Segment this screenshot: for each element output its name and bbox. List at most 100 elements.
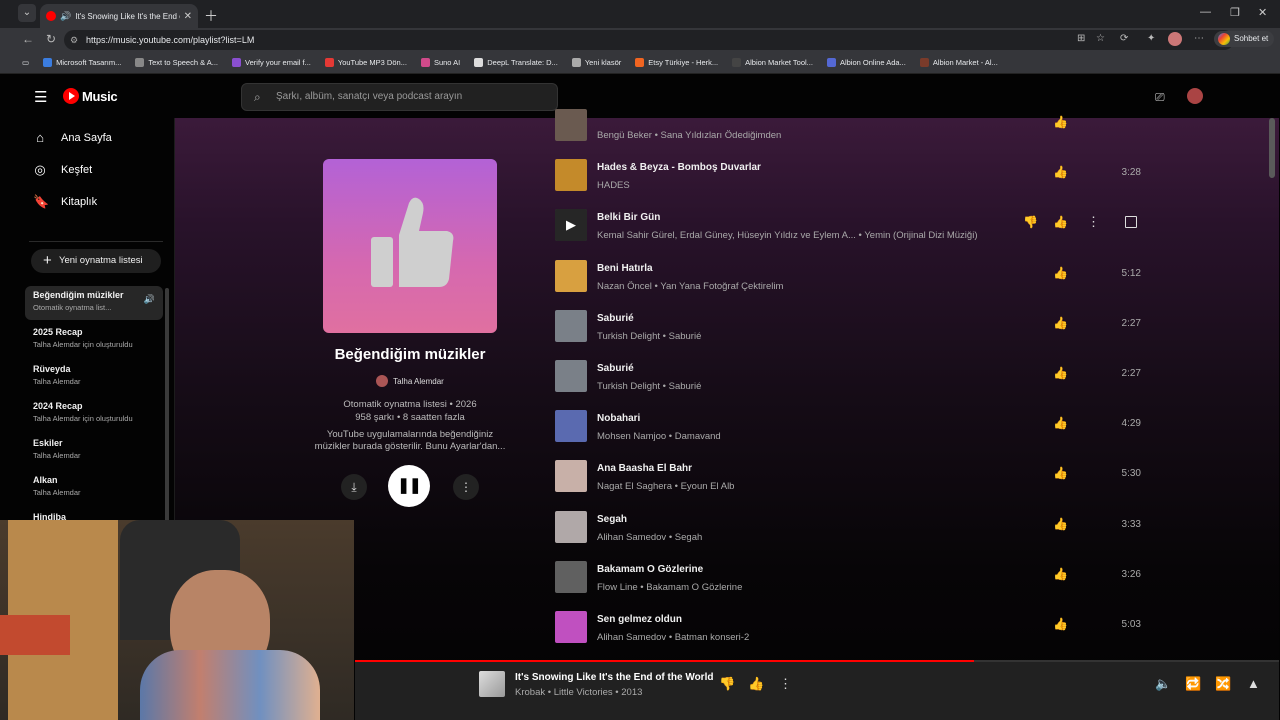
track-thumbnail[interactable] (555, 410, 587, 443)
select-checkbox[interactable] (1125, 216, 1137, 229)
bookmark-item[interactable]: Microsoft Tasarım... (43, 58, 121, 67)
like-icon[interactable]: 👍 (1053, 466, 1068, 480)
track-artist[interactable]: Nagat El Saghera • Eyoun El Alb (597, 481, 734, 492)
speaker-icon[interactable]: 🔊 (60, 11, 71, 22)
apps-shortcut-icon[interactable]: ▭ (22, 58, 29, 67)
extensions-puzzle-icon[interactable]: ✦ (1147, 33, 1155, 44)
now-playing-title[interactable]: It's Snowing Like It's the End of the Wo… (515, 672, 713, 683)
track-row[interactable]: Hades & Beyza - Bomboş Duvarlar HADES 👍 3:2… (555, 151, 1175, 201)
track-artist[interactable]: Kemal Sahir Gürel, Erdal Güney, Hüseyin … (597, 230, 977, 241)
track-thumbnail[interactable] (555, 611, 587, 643)
track-title[interactable]: Beni Hatırla (597, 263, 653, 274)
profile-avatar[interactable] (1168, 32, 1182, 46)
new-tab-button[interactable]: ＋ (204, 6, 218, 26)
like-icon[interactable]: 👍 (1053, 366, 1068, 380)
like-icon[interactable]: 👍 (1053, 416, 1068, 430)
track-title[interactable]: Nobahari (597, 413, 640, 424)
track-title[interactable]: Hades & Beyza - Bomboş Duvarlar (597, 162, 761, 173)
track-row[interactable]: Bakamam O Gözlerine Flow Line • Bakamam O… (555, 553, 1175, 603)
dislike-icon[interactable]: 👎 (1023, 215, 1038, 229)
track-title[interactable]: Belki Bir Gün (597, 212, 660, 223)
like-icon[interactable]: 👍 (1053, 567, 1068, 581)
browser-menu-icon[interactable]: ⋯ (1194, 33, 1204, 44)
like-icon[interactable]: 👍 (1053, 266, 1068, 280)
track-artist[interactable]: Alihan Samedov • Segah (597, 532, 702, 543)
track-thumbnail[interactable]: ▶ (555, 209, 587, 242)
track-artist[interactable]: Flow Line • Bakamam O Gözlerine (597, 582, 742, 593)
track-row[interactable]: Bengü Beker • Sana Yıldızları Ödediğimde… (555, 101, 1175, 151)
close-window-icon[interactable]: ✕ (1258, 6, 1267, 19)
track-row[interactable]: Saburié Turkish Delight • Saburié 👍 2:27 (555, 302, 1175, 352)
tab-search-button[interactable]: ⌄ (18, 4, 36, 22)
extension-icon[interactable]: ⟳ (1120, 33, 1128, 44)
menu-icon[interactable]: ☰ (34, 88, 47, 106)
track-row[interactable]: Ana Baasha El Bahr Nagat El Saghera • Eyo… (555, 452, 1175, 502)
apps-icon[interactable]: ⊞ (1077, 33, 1085, 44)
bookmark-item[interactable]: Albion Market Tool... (732, 58, 813, 67)
bookmark-item[interactable]: Albion Market - Al... (919, 58, 998, 67)
site-info-icon[interactable]: ⚙ (70, 30, 78, 50)
track-artist[interactable]: Alihan Samedov • Batman konseri-2 (597, 632, 749, 643)
like-icon[interactable]: 👍 (1053, 316, 1068, 330)
progress-bar[interactable] (355, 660, 975, 662)
bookmark-item[interactable]: YouTube MP3 Dön... (324, 58, 407, 67)
repeat-icon[interactable]: 🔁 (1185, 676, 1201, 692)
shuffle-icon[interactable]: 🔀 (1215, 676, 1231, 692)
track-row[interactable]: Segah Alihan Samedov • Segah 👍 3:33 (555, 503, 1175, 553)
track-thumbnail[interactable] (555, 460, 587, 493)
sidebar-playlist-item[interactable]: Alkan Talha Alemdar (25, 471, 163, 505)
playlist-owner[interactable]: Talha Alemdar (285, 375, 535, 387)
bookmark-star-icon[interactable]: ☆ (1096, 33, 1105, 44)
volume-icon[interactable]: 🔈 (1155, 676, 1171, 692)
pause-button[interactable]: ❚❚ (388, 465, 430, 507)
bookmark-item[interactable]: Verify your email f... (232, 58, 311, 67)
track-title[interactable]: Bakamam O Gözlerine (597, 564, 703, 575)
like-icon[interactable]: 👍 (1053, 215, 1068, 229)
bookmark-item[interactable]: Etsy Türkiye - Herk... (635, 58, 718, 67)
track-artist[interactable]: Turkish Delight • Saburié (597, 331, 701, 342)
avatar[interactable] (1187, 88, 1203, 104)
sidebar-playlist-item[interactable]: 2025 Recap Talha Alemdar için oluşturuldu (25, 323, 163, 357)
sidebar-playlist-item[interactable]: Rüveyda Talha Alemdar (25, 360, 163, 394)
address-bar[interactable]: ⚙ https://music.youtube.com/playlist?lis… (64, 30, 1234, 50)
minimize-icon[interactable]: — (1200, 6, 1211, 18)
search-input[interactable]: ⌕ Şarkı, albüm, sanatçı veya podcast ara… (241, 83, 558, 111)
track-row[interactable]: Nobahari Mohsen Namjoo • Damavand 👍 4:29 (555, 402, 1175, 452)
like-icon[interactable]: 👍 (1053, 617, 1068, 631)
track-row[interactable]: Beni Hatırla Nazan Öncel • Yan Yana Fotoğ… (555, 252, 1175, 302)
track-thumbnail[interactable] (555, 259, 587, 292)
track-row[interactable]: ▶ Belki Bir Gün Kemal Sahir Gürel, Erdal G… (555, 201, 1175, 251)
dislike-icon[interactable]: 👎 (719, 676, 735, 692)
sidebar-playlist-item[interactable]: Beğendiğim müzikler Otomatik oynatma list… (25, 286, 163, 320)
maximize-icon[interactable]: ❐ (1230, 6, 1240, 19)
reload-icon[interactable]: ↻ (46, 32, 56, 46)
track-title[interactable]: Segah (597, 514, 627, 525)
expand-player-icon[interactable]: ▲ (1247, 676, 1260, 691)
bookmark-item[interactable]: Albion Online Ada... (826, 58, 906, 67)
main-scrollbar[interactable] (1269, 118, 1275, 178)
sidebar-item-library[interactable]: 🔖 Kitaplık (33, 194, 97, 210)
logo[interactable]: Music (63, 88, 118, 104)
track-artist[interactable]: Mohsen Namjoo • Damavand (597, 431, 721, 442)
track-thumbnail[interactable] (555, 560, 587, 593)
bookmark-item[interactable]: Yeni klasör (571, 58, 621, 67)
track-thumbnail[interactable] (555, 510, 587, 543)
more-icon[interactable]: ⋮ (1087, 214, 1100, 230)
track-artist[interactable]: HADES (597, 180, 630, 191)
track-artist[interactable]: Turkish Delight • Saburié (597, 381, 701, 392)
track-thumbnail[interactable] (555, 109, 587, 141)
sidebar-playlist-item[interactable]: 2024 Recap Talha Alemdar için oluşturuldu (25, 397, 163, 431)
like-icon[interactable]: 👍 (1053, 517, 1068, 531)
chat-button[interactable]: Sohbet et (1214, 31, 1275, 47)
download-button[interactable]: ⤓ (341, 474, 367, 500)
track-thumbnail[interactable] (555, 360, 587, 392)
track-title[interactable]: Ana Baasha El Bahr (597, 463, 692, 474)
play-icon[interactable]: ▶ (555, 209, 587, 242)
close-tab-icon[interactable]: ✕ (184, 11, 192, 22)
more-options-button[interactable]: ⋮ (453, 474, 479, 500)
track-title[interactable]: Saburié (597, 313, 634, 324)
sidebar-playlist-item[interactable]: Eskiler Talha Alemdar (25, 434, 163, 468)
track-title[interactable]: Sen gelmez oldun (597, 614, 682, 625)
more-icon[interactable]: ⋮ (779, 676, 792, 692)
bookmark-item[interactable]: DeepL Translate: D... (474, 58, 558, 67)
